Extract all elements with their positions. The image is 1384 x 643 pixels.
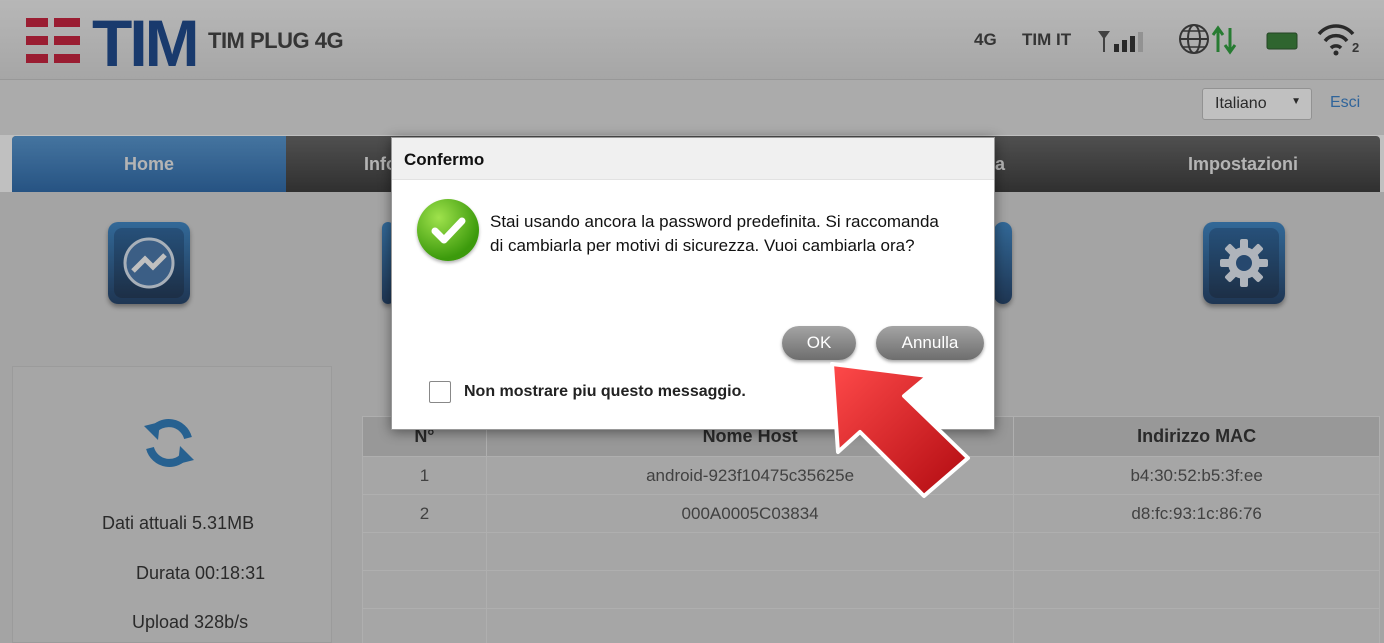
red-pointer-arrow-icon [830,362,970,498]
